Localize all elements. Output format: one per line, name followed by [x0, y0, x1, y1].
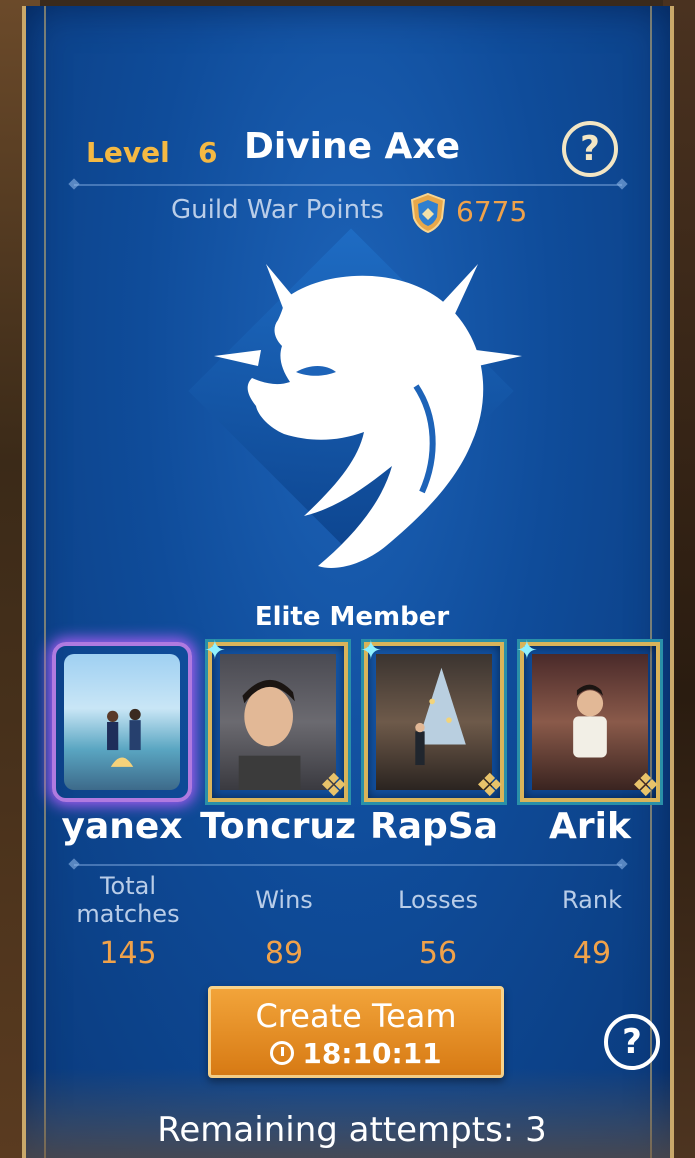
divider-bottom	[74, 864, 622, 866]
stat-label-rank: Rank	[562, 886, 622, 914]
member-avatar[interactable]: ✦ ❖	[204, 636, 348, 804]
guild-panel: Level 6 Divine Axe ? Guild War Points 67…	[22, 6, 674, 1158]
member-name: RapSa	[369, 806, 498, 847]
stat-value-total: 145	[99, 936, 157, 971]
elite-member-label: Elite Member	[254, 602, 450, 632]
question-icon: ?	[580, 129, 600, 169]
shield-icon	[410, 192, 446, 234]
divider-top	[74, 184, 622, 186]
create-team-button[interactable]: Create Team 18:10:11	[208, 986, 504, 1078]
avatar-photo	[64, 654, 180, 790]
guild-badge-icon: ❖	[475, 766, 504, 804]
member-avatar[interactable]: ✦ ❖	[516, 636, 660, 804]
couple-figure	[107, 708, 141, 767]
create-team-label: Create Team	[255, 997, 457, 1035]
stat-value-wins: 89	[264, 936, 304, 971]
wolf-emblem-icon	[214, 264, 522, 568]
create-team-timer: 18:10:11	[302, 1037, 442, 1070]
guild-war-points-label: Guild War Points	[171, 195, 384, 225]
guild-war-points-value: 6775	[456, 195, 528, 228]
guild-badge-icon: ❖	[319, 766, 348, 804]
member-name: Arik	[549, 806, 631, 847]
stat-value-losses: 56	[418, 936, 458, 971]
stat-label-total: Total matches	[76, 872, 180, 928]
help-button-bottom[interactable]: ?	[604, 1014, 660, 1070]
stat-label-wins: Wins	[255, 886, 313, 914]
question-icon: ?	[622, 1022, 642, 1062]
clock-icon	[270, 1041, 295, 1065]
help-button[interactable]: ?	[562, 121, 618, 177]
member-avatar[interactable]: ✦ ❖	[360, 636, 504, 804]
member-avatar[interactable]	[52, 642, 192, 802]
stat-label-losses: Losses	[398, 886, 478, 914]
member-name: yanex	[61, 806, 183, 847]
create-team-timer-row: 18:10:11	[211, 1037, 501, 1070]
member-name: Toncruz	[200, 806, 356, 847]
remaining-attempts: Remaining attempts: 3	[157, 1110, 547, 1150]
guild-badge-icon: ❖	[631, 766, 660, 804]
stat-value-rank: 49	[572, 936, 612, 971]
